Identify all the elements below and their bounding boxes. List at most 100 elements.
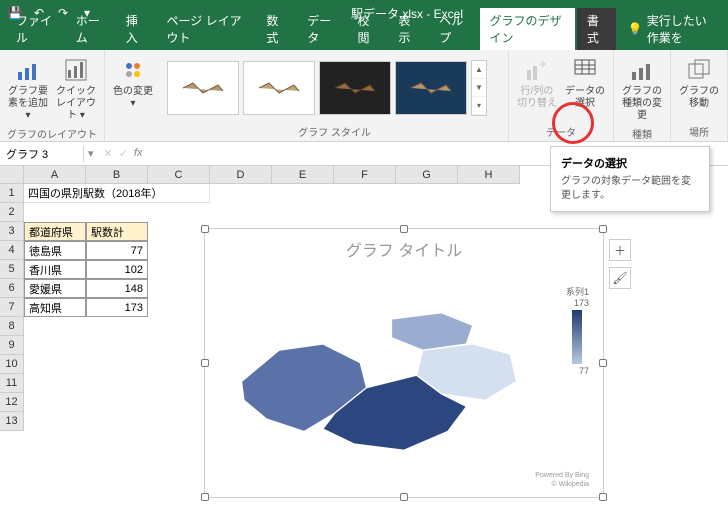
select-data-icon [571,56,599,84]
tab-home[interactable]: ホーム [66,8,114,50]
lightbulb-icon: 💡 [628,22,643,36]
cell-B6[interactable]: 148 [86,279,148,298]
move-chart-icon [685,56,713,84]
col-header-E[interactable]: E [272,166,334,184]
legend-min: 77 [566,366,589,376]
row-header-2[interactable]: 2 [0,203,24,222]
tab-format[interactable]: 書式 [577,8,616,50]
tab-help[interactable]: ヘルプ [429,8,477,50]
resize-handle[interactable] [599,225,607,233]
chart-style-gallery[interactable]: ▲ ▼ ▾ [167,54,502,122]
cell-A6[interactable]: 愛媛県 [24,279,86,298]
ribbon-group-layout: グラフ要素を追加 ▾ クイックレイアウト ▾ グラフのレイアウト [0,50,105,141]
row-header-1[interactable]: 1 [0,184,24,203]
chart-title[interactable]: グラフ タイトル [205,229,603,269]
chart-legend: 系列1 173 77 [566,285,589,376]
chart-style-3[interactable] [319,61,391,115]
chevron-down-icon[interactable]: ▼ [472,79,486,97]
col-header-G[interactable]: G [396,166,458,184]
cell-A1[interactable]: 四国の県別駅数（2018年） [24,184,210,203]
legend-max: 173 [566,298,589,308]
row-header-8[interactable]: 8 [0,317,24,336]
tab-formulas[interactable]: 数式 [256,8,295,50]
accept-formula-icon[interactable]: ✓ [119,147,128,160]
change-colors-button[interactable]: 色の変更 ▾ [111,54,155,112]
quick-layout-icon [62,56,90,84]
row-header-4[interactable]: 4 [0,241,24,260]
row-header-12[interactable]: 12 [0,393,24,412]
resize-handle[interactable] [599,493,607,501]
col-header-B[interactable]: B [86,166,148,184]
tab-data[interactable]: データ [297,8,345,50]
fx-icon[interactable]: fx [134,147,143,160]
resize-handle[interactable] [400,225,408,233]
cell-A5[interactable]: 香川県 [24,260,86,279]
tab-review[interactable]: 校閲 [348,8,387,50]
cell-B5[interactable]: 102 [86,260,148,279]
ribbon-group-data: 行/列の切り替え データの選択 データ [509,50,614,141]
tell-me[interactable]: 💡 実行したい作業を [618,8,728,50]
col-header-C[interactable]: C [148,166,210,184]
col-header-A[interactable]: A [24,166,86,184]
chart-elements-button[interactable]: ＋ [609,239,631,261]
expand-gallery-icon[interactable]: ▾ [472,97,486,115]
col-header-F[interactable]: F [334,166,396,184]
tab-view[interactable]: 表示 [388,8,427,50]
worksheet-area[interactable]: A B C D E F G H 1 2 3 4 5 6 7 8 9 10 11 … [0,166,728,507]
chart-styles-button[interactable]: 🖌 [609,267,631,289]
cell-A3[interactable]: 都道府県 [24,222,86,241]
move-chart-button[interactable]: グラフの移動 [677,54,721,112]
row-header-6[interactable]: 6 [0,279,24,298]
chevron-up-icon[interactable]: ▲ [472,61,486,79]
cancel-formula-icon[interactable]: ✕ [104,147,113,160]
resize-handle[interactable] [201,225,209,233]
style-gallery-expand[interactable]: ▲ ▼ ▾ [471,60,487,116]
row-header-13[interactable]: 13 [0,412,24,431]
select-all-corner[interactable] [0,166,24,184]
add-chart-element-button[interactable]: グラフ要素を追加 ▾ [6,54,50,124]
ribbon-tabs: ファイル ホーム 挿入 ページ レイアウト 数式 データ 校閲 表示 ヘルプ グ… [0,26,728,50]
row-header-7[interactable]: 7 [0,298,24,317]
chart-side-buttons: ＋ 🖌 [609,239,631,289]
map-chart[interactable] [205,269,603,469]
cell-B3[interactable]: 駅数計 [86,222,148,241]
quick-layout-button[interactable]: クイックレイアウト ▾ [54,54,98,124]
tooltip-body: グラフの対象データ範囲を変更します。 [561,175,699,203]
cell-B4[interactable]: 77 [86,241,148,260]
row-header-10[interactable]: 10 [0,355,24,374]
resize-handle[interactable] [201,493,209,501]
chart-credits: Powered By Bing © Wikipedia [535,471,589,489]
chart-style-1[interactable] [167,61,239,115]
cell-A4[interactable]: 徳島県 [24,241,86,260]
resize-handle[interactable] [400,493,408,501]
tooltip: データの選択 グラフの対象データ範囲を変更します。 [550,146,710,212]
row-header-5[interactable]: 5 [0,260,24,279]
brush-icon: 🖌 [612,271,627,285]
change-chart-type-icon [628,56,656,84]
tab-insert[interactable]: 挿入 [116,8,155,50]
chart-style-4[interactable] [395,61,467,115]
tab-chart-design[interactable]: グラフのデザイン [480,8,575,50]
col-header-H[interactable]: H [458,166,520,184]
switch-row-column-button: 行/列の切り替え [515,54,559,112]
resize-handle[interactable] [599,359,607,367]
select-data-button[interactable]: データの選択 [563,54,607,112]
row-header-3[interactable]: 3 [0,222,24,241]
legend-series-name: 系列1 [566,285,589,298]
name-box-dropdown-icon[interactable]: ▾ [84,147,98,160]
row-header-11[interactable]: 11 [0,374,24,393]
tab-file[interactable]: ファイル [6,8,64,50]
col-header-D[interactable]: D [210,166,272,184]
cell-A7[interactable]: 高知県 [24,298,86,317]
tab-page-layout[interactable]: ページ レイアウト [157,8,255,50]
ribbon-group-colors: 色の変更 ▾ [105,50,161,141]
cell-B7[interactable]: 173 [86,298,148,317]
resize-handle[interactable] [201,359,209,367]
plus-icon: ＋ [614,242,626,259]
chart-object[interactable]: グラフ タイトル 系列1 173 77 Powered By Bing © Wi… [204,228,604,498]
name-box[interactable] [0,146,84,162]
ribbon-group-styles: ▲ ▼ ▾ グラフ スタイル [161,50,509,141]
row-header-9[interactable]: 9 [0,336,24,355]
change-chart-type-button[interactable]: グラフの種類の変更 [620,54,664,124]
chart-style-2[interactable] [243,61,315,115]
